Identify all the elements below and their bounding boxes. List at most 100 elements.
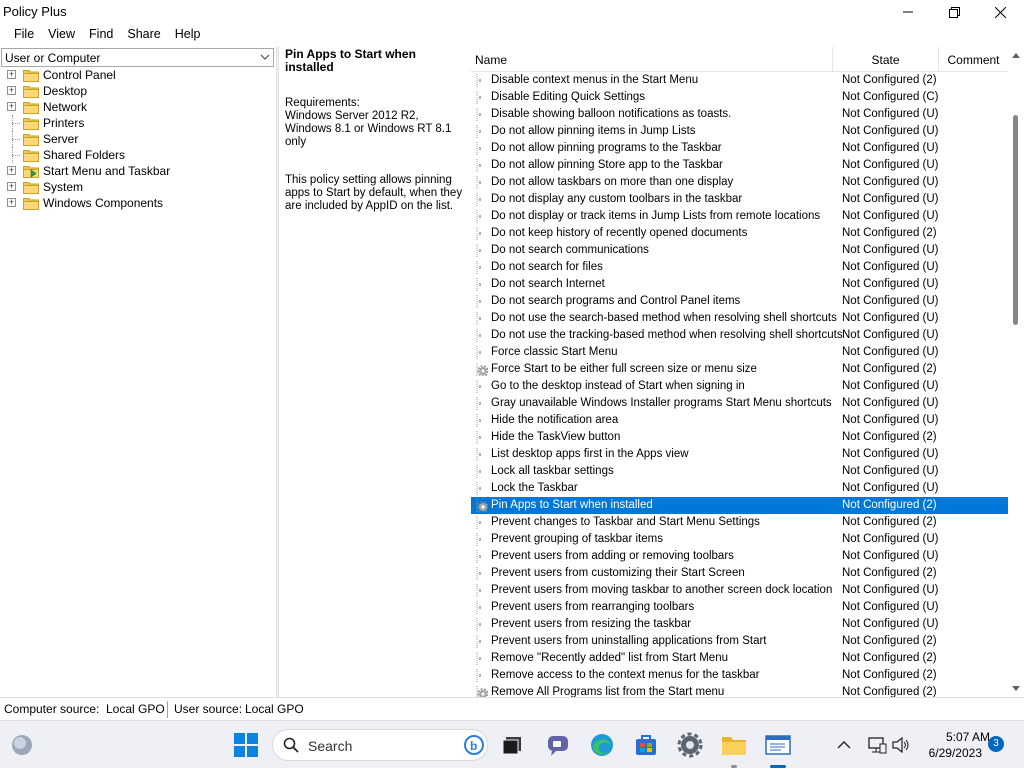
tree-item-label: Desktop [43, 84, 88, 98]
policy-setting-icon [476, 448, 481, 461]
scroll-up-button[interactable] [1008, 47, 1024, 63]
expand-plus-icon[interactable]: + [7, 70, 16, 79]
policy-row[interactable]: Remove All Programs list from the Start … [471, 684, 1008, 697]
policy-row[interactable]: Prevent users from resizing the taskbar N… [471, 616, 1008, 633]
tree-item[interactable]: Shared Folders [0, 147, 276, 163]
teams-chat-button[interactable] [544, 731, 572, 759]
expand-plus-icon[interactable]: + [7, 182, 16, 191]
policy-row[interactable]: Remove "Recently added" list from Start … [471, 650, 1008, 667]
file-explorer-button[interactable] [720, 731, 748, 759]
edge-browser-button[interactable] [588, 731, 616, 759]
policy-state: Not Configured (U) [842, 278, 939, 290]
tree-item[interactable]: Server [0, 131, 276, 147]
policy-row[interactable]: Prevent changes to Taskbar and Start Men… [471, 514, 1008, 531]
show-hidden-icons-button[interactable] [830, 731, 858, 759]
policy-row[interactable]: Remove access to the context menus for t… [471, 667, 1008, 684]
expand-plus-icon[interactable]: + [7, 166, 16, 175]
policy-row[interactable]: Do not search for files Not Configured (U… [471, 259, 1008, 276]
clock-time[interactable]: 5:07 AM [920, 730, 990, 744]
policy-row[interactable]: Force Start to be either full screen siz… [471, 361, 1008, 378]
tree-item[interactable]: + Desktop [0, 83, 276, 99]
policy-row[interactable]: Prevent users from moving taskbar to ano… [471, 582, 1008, 599]
policy-name: Prevent users from customizing their Sta… [491, 567, 745, 579]
policy-row[interactable]: Do not allow pinning programs to the Tas… [471, 140, 1008, 157]
scroll-down-button[interactable] [1008, 681, 1024, 697]
policy-row-selected[interactable]: Pin Apps to Start when installed Not Conf… [471, 497, 1008, 514]
column-header-name[interactable]: Name [475, 47, 831, 72]
policy-row[interactable]: Disable Editing Quick Settings Not Config… [471, 89, 1008, 106]
policy-state: Not Configured (U) [842, 346, 939, 358]
policy-setting-icon [476, 227, 481, 240]
notification-badge[interactable]: 3 [988, 736, 1004, 752]
gear-policy-icon [476, 686, 488, 697]
settings-button[interactable] [676, 731, 704, 759]
scrollbar-thumb[interactable] [1013, 115, 1018, 325]
policy-row[interactable]: Prevent grouping of taskbar items Not Con… [471, 531, 1008, 548]
folder-icon [23, 86, 39, 98]
expand-plus-icon[interactable]: + [7, 198, 16, 207]
tree-item[interactable]: Printers [0, 115, 276, 131]
policy-row[interactable]: Prevent users from customizing their Sta… [471, 565, 1008, 582]
minimize-button[interactable] [885, 0, 931, 24]
expand-plus-icon[interactable]: + [7, 86, 16, 95]
close-button[interactable] [977, 0, 1023, 24]
policy-state: Not Configured (U) [842, 261, 939, 273]
column-header-comment[interactable]: Comment [938, 47, 1008, 72]
policy-plus-taskbar-button[interactable] [764, 731, 792, 759]
expand-plus-icon[interactable]: + [7, 102, 16, 111]
policy-list-scrollbar[interactable] [1008, 47, 1024, 697]
policy-row[interactable]: Do not use the search-based method when … [471, 310, 1008, 327]
policy-row[interactable]: Do not use the tracking-based method whe… [471, 327, 1008, 344]
column-header-state[interactable]: State [832, 47, 938, 72]
policy-row[interactable]: Gray unavailable Windows Installer progr… [471, 395, 1008, 412]
policy-setting-icon [476, 533, 481, 546]
policy-row[interactable]: Disable showing balloon notifications as… [471, 106, 1008, 123]
policy-row[interactable]: Do not keep history of recently opened d… [471, 225, 1008, 242]
volume-button[interactable] [886, 731, 916, 759]
scope-dropdown[interactable]: User or Computer [1, 48, 274, 67]
tree-item[interactable]: + Network [0, 99, 276, 115]
taskbar-search-box[interactable]: Search b [272, 729, 488, 761]
gear-icon [677, 732, 703, 758]
policy-row[interactable]: Hide the TaskView button Not Configured (… [471, 429, 1008, 446]
menu-find[interactable]: Find [82, 25, 120, 45]
policy-row[interactable]: Do not allow taskbars on more than one d… [471, 174, 1008, 191]
menu-view[interactable]: View [41, 25, 82, 45]
tree-item-label: System [43, 180, 84, 194]
policy-setting-icon [476, 91, 481, 104]
policy-row[interactable]: Force classic Start Menu Not Configured (… [471, 344, 1008, 361]
policy-row[interactable]: List desktop apps first in the Apps view… [471, 446, 1008, 463]
policy-row[interactable]: Do not search communications Not Configur… [471, 242, 1008, 259]
policy-row[interactable]: Do not display any custom toolbars in th… [471, 191, 1008, 208]
policy-row[interactable]: Prevent users from uninstalling applicat… [471, 633, 1008, 650]
policy-setting-icon [476, 329, 481, 342]
policy-row[interactable]: Prevent users from adding or removing to… [471, 548, 1008, 565]
policy-row[interactable]: Do not allow pinning items in Jump Lists… [471, 123, 1008, 140]
tree-item[interactable]: + Control Panel [0, 67, 276, 83]
policy-row[interactable]: Do not search programs and Control Panel… [471, 293, 1008, 310]
policy-row[interactable]: Lock the Taskbar Not Configured (U) [471, 480, 1008, 497]
task-view-button[interactable] [498, 731, 526, 759]
policy-row[interactable]: Disable context menus in the Start Menu N… [471, 72, 1008, 89]
menu-help[interactable]: Help [168, 25, 208, 45]
policy-row[interactable]: Lock all taskbar settings Not Configured … [471, 463, 1008, 480]
tree-item[interactable]: + Start Menu and Taskbar [0, 163, 276, 179]
menu-share[interactable]: Share [120, 25, 167, 45]
store-button[interactable] [632, 731, 660, 759]
widgets-button[interactable] [8, 731, 36, 759]
tree-item[interactable]: + System [0, 179, 276, 195]
policy-row[interactable]: Do not allow pinning Store app to the Ta… [471, 157, 1008, 174]
menu-file[interactable]: File [0, 25, 41, 45]
task-view-icon [502, 737, 521, 755]
policy-row[interactable]: Prevent users from rearranging toolbars N… [471, 599, 1008, 616]
clock-date[interactable]: 6/29/2023 [920, 746, 982, 760]
policy-state: Not Configured (U) [842, 465, 939, 477]
policy-row[interactable]: Do not display or track items in Jump Li… [471, 208, 1008, 225]
maximize-button[interactable] [931, 0, 977, 24]
policy-row[interactable]: Do not search Internet Not Configured (U) [471, 276, 1008, 293]
policy-row[interactable]: Hide the notification area Not Configured… [471, 412, 1008, 429]
start-button[interactable] [232, 731, 260, 759]
policy-setting-icon [476, 108, 481, 121]
policy-row[interactable]: Go to the desktop instead of Start when … [471, 378, 1008, 395]
tree-item[interactable]: + Windows Components [0, 195, 276, 211]
